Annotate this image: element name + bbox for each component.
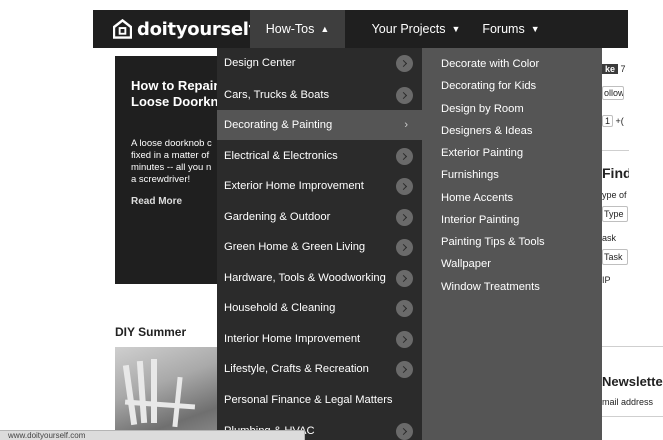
caret-down-icon: ▼ <box>530 24 540 34</box>
nav-tab-how-tos[interactable]: How-Tos ▲ <box>250 10 345 48</box>
chevron-right-icon <box>396 361 413 378</box>
nav-tab-label: Your Projects <box>371 22 446 36</box>
menu-item-label: Cars, Trucks & Boats <box>224 89 330 101</box>
menu-item-household-cleaning[interactable]: Household & Cleaning <box>217 293 422 323</box>
chevron-right-icon <box>396 148 413 165</box>
submenu-item-wallpaper[interactable]: Wallpaper <box>441 258 491 270</box>
like-count: 75 <box>620 64 626 74</box>
menu-item-label: Green Home & Green Living <box>224 241 366 253</box>
submenu-item-interior-painting[interactable]: Interior Painting <box>441 214 519 226</box>
how-tos-category-menu: Design Center Cars, Trucks & Boats Decor… <box>217 48 422 440</box>
top-navigation-bar: doityourself How-Tos ▲ Your Projects ▼ F… <box>93 10 628 48</box>
nav-tab-your-projects[interactable]: Your Projects ▼ <box>361 10 471 48</box>
follow-button[interactable]: ollow <box>602 86 624 100</box>
menu-item-lifestyle-crafts[interactable]: Lifestyle, Crafts & Recreation <box>217 354 422 384</box>
submenu-item-exterior-painting[interactable]: Exterior Painting <box>441 147 523 159</box>
menu-item-electrical-electronics[interactable]: Electrical & Electronics <box>217 141 422 171</box>
type-select[interactable]: Type <box>602 206 628 222</box>
menu-item-design-center[interactable]: Design Center <box>217 48 422 78</box>
chevron-right-icon <box>396 270 413 287</box>
plusone-button[interactable]: +( <box>616 116 624 126</box>
chevron-right-icon <box>396 300 413 317</box>
chevron-right-icon <box>396 239 413 256</box>
submenu-item-painting-tips-tools[interactable]: Painting Tips & Tools <box>441 236 545 248</box>
email-address-label: mail address <box>602 396 663 408</box>
like-widget[interactable]: ke 75 <box>602 62 626 76</box>
submenu-item-home-accents[interactable]: Home Accents <box>441 192 513 204</box>
browser-status-bar: www.doityourself.com <box>0 430 305 440</box>
zip-label: IP <box>602 274 629 286</box>
task-select[interactable]: Task <box>602 249 628 265</box>
chevron-right-icon <box>396 87 413 104</box>
read-more-link[interactable]: Read More <box>131 196 182 207</box>
menu-item-cars-trucks-boats[interactable]: Cars, Trucks & Boats <box>217 80 422 110</box>
menu-item-personal-finance[interactable]: Personal Finance & Legal Matters <box>217 385 422 415</box>
chevron-right-icon <box>396 423 413 440</box>
submenu-item-furnishings[interactable]: Furnishings <box>441 169 499 181</box>
submenu-item-decorating-for-kids[interactable]: Decorating for Kids <box>441 80 536 92</box>
plusone-count: 1 <box>602 115 614 127</box>
menu-item-label: Lifestyle, Crafts & Recreation <box>224 363 369 375</box>
like-button[interactable]: ke <box>602 64 619 74</box>
submenu-item-window-treatments[interactable]: Window Treatments <box>441 281 540 293</box>
nav-tab-label: Forums <box>482 22 525 36</box>
logo-text: doityourself <box>137 18 257 40</box>
menu-item-decorating-painting[interactable]: Decorating & Painting › <box>217 110 422 140</box>
decorating-painting-submenu: Decorate with Color Decorating for Kids … <box>422 48 602 440</box>
divider <box>602 346 663 347</box>
menu-item-gardening-outdoor[interactable]: Gardening & Outdoor <box>217 202 422 232</box>
menu-item-label: Electrical & Electronics <box>224 150 338 162</box>
menu-item-label: Interior Home Improvement <box>224 333 361 345</box>
section-heading: DIY Summer <box>115 325 187 339</box>
task-label: ask <box>602 232 629 244</box>
divider <box>602 150 629 151</box>
menu-item-label: Design Center <box>224 57 296 69</box>
menu-item-exterior-home-improvement[interactable]: Exterior Home Improvement <box>217 171 422 201</box>
caret-down-icon: ▼ <box>451 24 461 34</box>
menu-item-interior-home-improvement[interactable]: Interior Home Improvement <box>217 324 422 354</box>
type-of-label: ype of <box>602 189 629 201</box>
submenu-item-decorate-with-color[interactable]: Decorate with Color <box>441 58 539 70</box>
chevron-right-icon <box>396 209 413 226</box>
newsletter-heading: Newslette <box>602 372 663 392</box>
menu-item-label: Exterior Home Improvement <box>224 180 364 192</box>
chevron-right-icon: › <box>404 119 408 131</box>
menu-item-label: Household & Cleaning <box>224 302 336 314</box>
submenu-item-designers-ideas[interactable]: Designers & Ideas <box>441 125 532 137</box>
nav-tab-label: How-Tos <box>265 22 315 36</box>
status-url: www.doityourself.com <box>8 431 86 440</box>
menu-item-green-home[interactable]: Green Home & Green Living <box>217 232 422 262</box>
submenu-item-design-by-room[interactable]: Design by Room <box>441 103 524 115</box>
chevron-right-icon <box>396 55 413 72</box>
diy-summer-photo[interactable] <box>115 347 218 440</box>
nav-tab-forums[interactable]: Forums ▼ <box>471 10 551 48</box>
find-heading: Find <box>602 164 629 182</box>
menu-item-label: Gardening & Outdoor <box>224 211 331 223</box>
house-logo-icon <box>113 19 132 39</box>
site-logo[interactable]: doityourself <box>113 15 256 43</box>
menu-item-hardware-tools[interactable]: Hardware, Tools & Woodworking <box>217 263 422 293</box>
menu-item-label: Decorating & Painting <box>224 119 333 131</box>
menu-item-label: Hardware, Tools & Woodworking <box>224 272 386 284</box>
plusone-widget[interactable]: 1 +( <box>602 114 626 128</box>
featured-article-card[interactable]: How to Repair Loose Doorkno A loose door… <box>115 56 218 284</box>
menu-item-label: Personal Finance & Legal Matters <box>224 394 393 406</box>
featured-article-summary: A loose doorknob c fixed in a matter of … <box>131 138 212 185</box>
featured-article-title[interactable]: How to Repair Loose Doorkno <box>131 78 218 110</box>
caret-up-icon: ▲ <box>320 24 330 34</box>
divider <box>602 416 663 417</box>
chevron-right-icon <box>396 331 413 348</box>
chevron-right-icon <box>396 178 413 195</box>
